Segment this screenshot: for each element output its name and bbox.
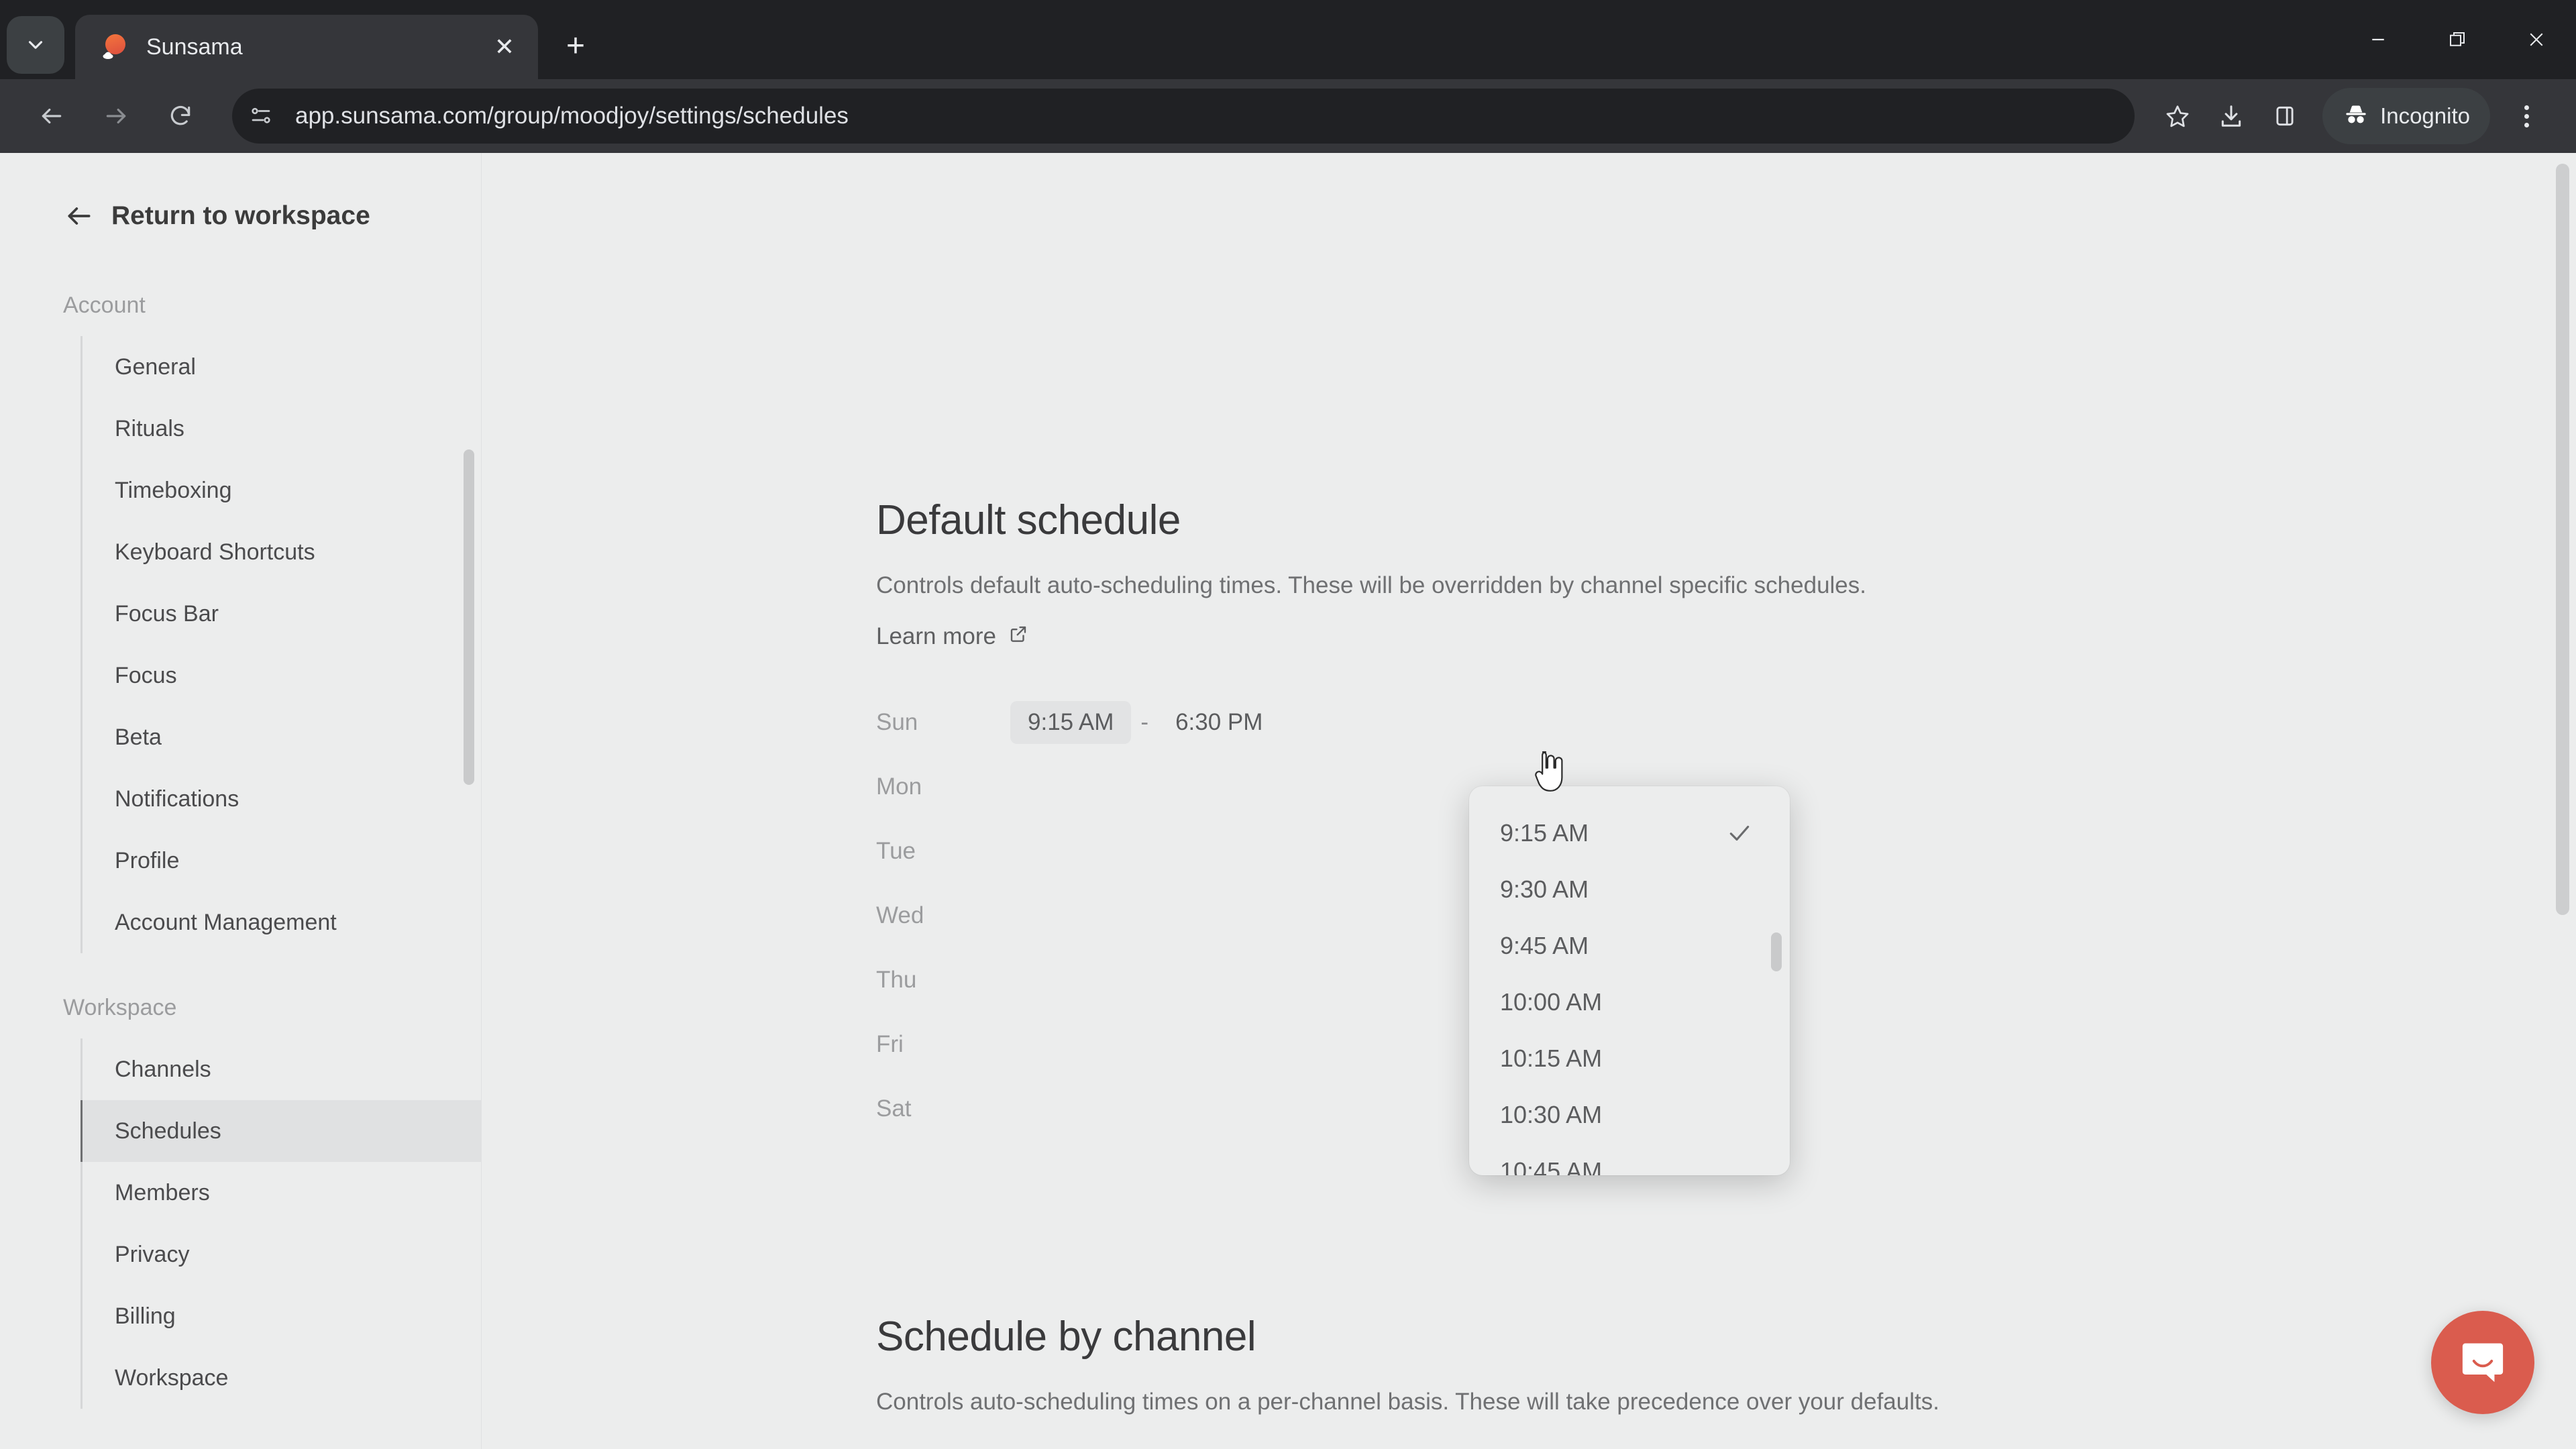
time-option-0945am[interactable]: 9:45 AM <box>1469 918 1790 974</box>
sidebar-item-focus-bar[interactable]: Focus Bar <box>83 583 481 645</box>
learn-more-label: Learn more <box>876 623 996 649</box>
tab-title: Sunsama <box>146 34 243 60</box>
schedule-row-sun: Sun 9:15 AM - 6:30 PM <box>876 690 2352 755</box>
tab-search-icon[interactable] <box>7 16 64 74</box>
sidebar-nav: Account General Rituals Timeboxing Keybo… <box>0 292 481 1409</box>
time-option-label: 9:30 AM <box>1500 875 1589 903</box>
settings-main: Default schedule Controls default auto-s… <box>482 153 2576 1449</box>
incognito-label: Incognito <box>2380 103 2470 128</box>
time-range-dash: - <box>1140 709 1149 735</box>
time-option-0915am[interactable]: 9:15 AM <box>1469 805 1790 861</box>
day-label-mon: Mon <box>876 773 922 800</box>
start-time-sun[interactable]: 9:15 AM <box>1010 701 1132 744</box>
day-label-thu: Thu <box>876 967 917 993</box>
time-option-1015am[interactable]: 10:15 AM <box>1469 1030 1790 1087</box>
return-to-workspace-button[interactable]: Return to workspace <box>0 192 481 240</box>
schedule-by-channel-title: Schedule by channel <box>876 1313 1256 1360</box>
external-link-icon <box>996 623 1028 650</box>
sidebar-item-keyboard-shortcuts[interactable]: Keyboard Shortcuts <box>83 521 481 583</box>
sidebar-item-focus[interactable]: Focus <box>83 645 481 706</box>
sunsama-logo-icon <box>99 32 129 62</box>
day-label-sat: Sat <box>876 1095 912 1122</box>
address-bar[interactable]: app.sunsama.com/group/moodjoy/settings/s… <box>232 89 2135 144</box>
window-restore-button[interactable] <box>2418 0 2497 79</box>
day-label-sun: Sun <box>876 709 918 735</box>
sidebar-item-channels[interactable]: Channels <box>83 1038 481 1100</box>
sidebar-item-general[interactable]: General <box>83 336 481 398</box>
settings-sidebar: Return to workspace Account General Ritu… <box>0 153 482 1449</box>
sidebar-item-workspace[interactable]: Workspace <box>83 1347 481 1409</box>
schedule-by-channel-description: Controls auto-scheduling times on a per-… <box>876 1389 1939 1415</box>
time-option-0930am[interactable]: 9:30 AM <box>1469 861 1790 918</box>
day-label-fri: Fri <box>876 1031 904 1057</box>
sidebar-group-spacer <box>0 953 481 995</box>
incognito-indicator[interactable]: Incognito <box>2322 88 2490 144</box>
sidebar-item-notifications[interactable]: Notifications <box>83 768 481 830</box>
browser-window: Sunsama ✕ + app.sunsama.com/group/moodjo… <box>0 0 2576 1449</box>
day-label-wed: Wed <box>876 902 924 928</box>
tab-strip: Sunsama ✕ + <box>0 0 2576 79</box>
return-to-workspace-label: Return to workspace <box>111 201 370 230</box>
intercom-chat-launcher[interactable] <box>2431 1311 2534 1414</box>
window-controls <box>2339 0 2576 79</box>
time-option-label: 9:45 AM <box>1500 932 1589 959</box>
sidebar-item-timeboxing[interactable]: Timeboxing <box>83 460 481 521</box>
time-picker-scrollbar[interactable] <box>1771 932 1782 971</box>
sidebar-item-beta[interactable]: Beta <box>83 706 481 768</box>
arrow-left-icon <box>64 201 94 231</box>
sidebar-item-schedules[interactable]: Schedules <box>83 1100 481 1162</box>
sidebar-group-workspace: Channels Schedules Members Privacy Billi… <box>80 1038 481 1409</box>
time-option-label: 10:45 AM <box>1500 1157 1603 1175</box>
bookmark-star-icon[interactable] <box>2151 89 2204 143</box>
time-option-label: 10:15 AM <box>1500 1044 1603 1072</box>
chat-bubble-icon <box>2462 1343 2504 1383</box>
sidebar-item-profile[interactable]: Profile <box>83 830 481 892</box>
sidebar-item-account-management[interactable]: Account Management <box>83 892 481 953</box>
time-option-label: 10:30 AM <box>1500 1101 1603 1128</box>
sidebar-item-billing[interactable]: Billing <box>83 1285 481 1347</box>
sidebar-scrollbar[interactable] <box>464 449 474 785</box>
new-tab-button[interactable]: + <box>550 20 601 71</box>
side-panel-icon[interactable] <box>2258 89 2312 143</box>
sidebar-item-members[interactable]: Members <box>83 1162 481 1224</box>
reload-button[interactable] <box>152 87 209 145</box>
window-minimize-button[interactable] <box>2339 0 2418 79</box>
time-option-1045am[interactable]: 10:45 AM <box>1469 1143 1790 1175</box>
tab-close-icon[interactable]: ✕ <box>486 28 523 66</box>
incognito-icon <box>2343 101 2380 131</box>
downloads-icon[interactable] <box>2204 89 2258 143</box>
kebab-menu-icon[interactable] <box>2500 89 2553 143</box>
default-schedule-description: Controls default auto-scheduling times. … <box>876 572 1866 598</box>
check-icon <box>1727 820 1752 846</box>
learn-more-link[interactable]: Learn more <box>876 623 1028 650</box>
time-option-1030am[interactable]: 10:30 AM <box>1469 1087 1790 1143</box>
sidebar-group-title-workspace: Workspace <box>63 995 177 1020</box>
time-option-1000am[interactable]: 10:00 AM <box>1469 974 1790 1030</box>
sidebar-group-account: General Rituals Timeboxing Keyboard Shor… <box>80 336 481 953</box>
sidebar-item-privacy[interactable]: Privacy <box>83 1224 481 1285</box>
forward-button[interactable] <box>87 87 145 145</box>
page-scrollbar[interactable] <box>2556 164 2569 915</box>
time-option-label: 9:15 AM <box>1500 819 1589 847</box>
window-close-button[interactable] <box>2497 0 2576 79</box>
day-label-tue: Tue <box>876 838 916 864</box>
browser-tab[interactable]: Sunsama ✕ <box>75 15 538 79</box>
page-title: Default schedule <box>876 497 1181 543</box>
back-button[interactable] <box>23 87 80 145</box>
page-viewport: Return to workspace Account General Ritu… <box>0 153 2576 1449</box>
sidebar-group-title-account: Account <box>63 292 146 318</box>
tune-icon[interactable] <box>239 94 283 138</box>
time-picker-options: 9:15 AM 9:30 AM 9:45 AM 10:00 AM 10:15 A… <box>1469 786 1790 1175</box>
sidebar-item-rituals[interactable]: Rituals <box>83 398 481 460</box>
time-picker-dropdown[interactable]: 9:15 AM 9:30 AM 9:45 AM 10:00 AM 10:15 A… <box>1469 786 1790 1175</box>
browser-toolbar: app.sunsama.com/group/moodjoy/settings/s… <box>0 79 2576 153</box>
end-time-sun[interactable]: 6:30 PM <box>1158 701 1280 744</box>
time-option-label: 10:00 AM <box>1500 988 1603 1016</box>
url-text: app.sunsama.com/group/moodjoy/settings/s… <box>295 103 849 129</box>
